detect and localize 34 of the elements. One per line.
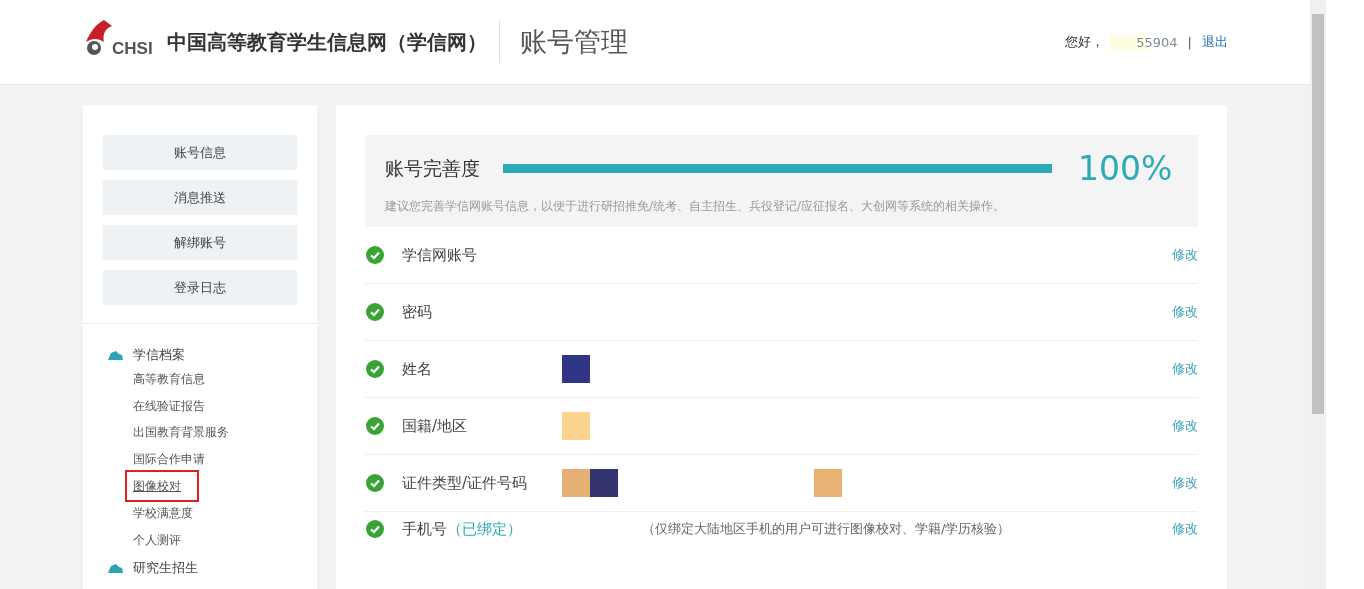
hint-text: 建议您完善学信网账号信息，以便于进行研招推免/统考、自主招生、兵役登记/应征报名、大创网等系统的相关操作。	[385, 198, 1007, 215]
greeting: 您好，	[1065, 33, 1105, 51]
site-name: 中国高等教育学生信息网（学信网）	[166, 28, 487, 56]
sidebar-link[interactable]: 个人测评	[133, 526, 181, 553]
field-label: 姓名	[402, 359, 432, 379]
note-text: （仅绑定大陆地区手机的用户可进行图像校对、学籍/学历核验）	[642, 520, 1011, 538]
sidebar-link[interactable]: 学校满意度	[133, 500, 193, 527]
sidebar-link[interactable]: 高等教育信息	[133, 366, 205, 393]
scrollbar[interactable]	[1310, 0, 1326, 589]
section-title[interactable]: 研究生招生	[133, 559, 198, 577]
percent-value: 100%	[1078, 149, 1174, 188]
field-label: 手机号	[402, 519, 447, 539]
field-label: 证件类型/证件号码	[402, 473, 528, 493]
cloud-icon	[107, 563, 123, 573]
separator: |	[1187, 34, 1192, 50]
completeness-label: 账号完善度	[385, 155, 481, 181]
field-label: 密码	[402, 302, 432, 322]
sidebar-button[interactable]: 登录日志	[103, 270, 297, 305]
page-title: 账号管理	[519, 25, 628, 59]
logo-text: CHSI	[112, 39, 153, 59]
bound-status: （已绑定）	[447, 519, 522, 539]
sidebar-button[interactable]: 账号信息	[103, 135, 297, 170]
field-label: 学信网账号	[402, 245, 477, 265]
logout-link[interactable]: 退出	[1202, 33, 1228, 51]
sidebar-button[interactable]: 解绑账号	[103, 225, 297, 260]
username: 55904	[1110, 34, 1178, 50]
cloud-icon	[107, 350, 123, 360]
field-label: 国籍/地区	[402, 416, 468, 436]
sidebar-button[interactable]: 消息推送	[103, 180, 297, 215]
sidebar-link[interactable]: 出国教育背景服务	[133, 419, 229, 446]
section-title[interactable]: 学信档案	[133, 346, 185, 364]
sidebar-link[interactable]: 图像校对	[127, 472, 197, 500]
sidebar-link[interactable]: 国际合作申请	[133, 445, 205, 472]
sidebar-link[interactable]: 在线验证报告	[133, 392, 205, 419]
